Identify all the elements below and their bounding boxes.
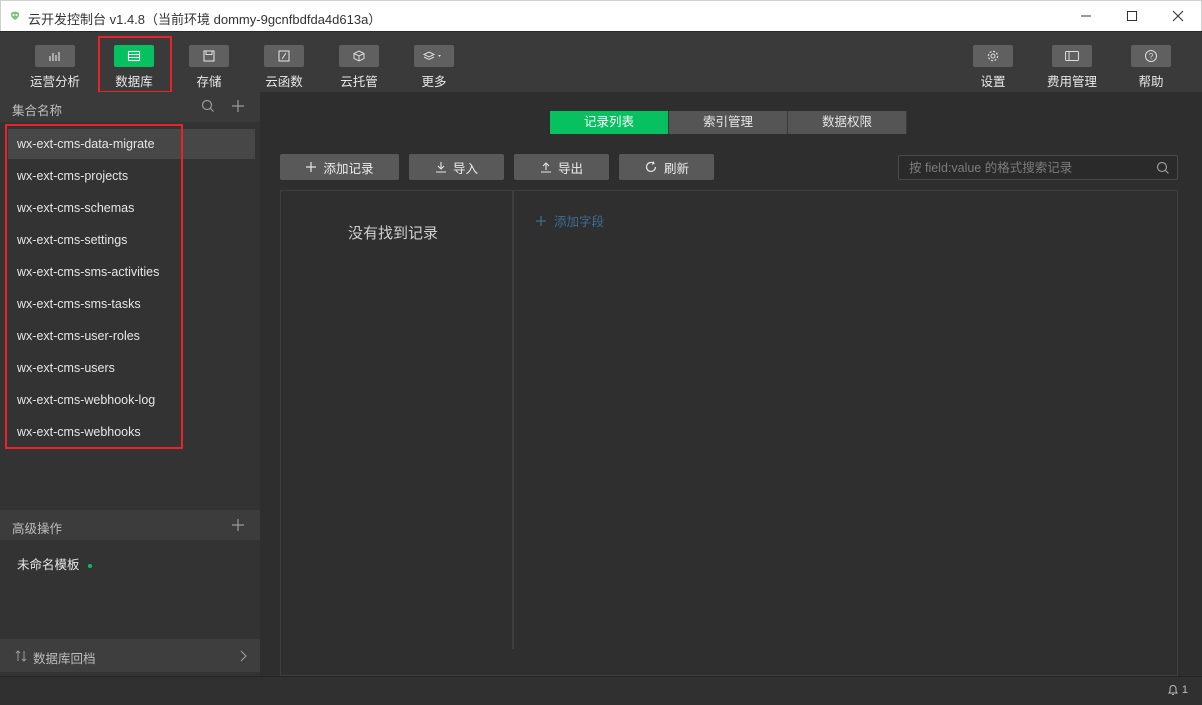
window-title: 云开发控制台 v1.4.8（当前环境 dommy-9gcnfbdfda4d613… (28, 12, 382, 27)
wallet-icon (1065, 51, 1079, 61)
toolbar-label: 存储 (196, 75, 222, 89)
download-icon (435, 162, 446, 173)
record-tabs: 记录列表 索引管理 数据权限 (550, 111, 907, 134)
toolbar-label: 设置 (980, 75, 1006, 89)
collection-item[interactable]: wx-ext-cms-sms-activities (8, 257, 255, 287)
upload-icon (540, 162, 551, 173)
toolbar-database-button[interactable]: 数据库 (99, 32, 169, 93)
advanced-ops-header: 高级操作 (0, 510, 260, 540)
add-record-label: 添加记录 (323, 161, 374, 176)
plus-icon (306, 162, 317, 172)
tab-data-permissions[interactable]: 数据权限 (788, 111, 907, 134)
rollback-label: 数据库回档 (33, 652, 96, 666)
export-label: 导出 (557, 161, 583, 176)
toolbar-label: 更多 (421, 75, 447, 89)
toolbar-label: 云函数 (265, 75, 303, 89)
empty-records-text: 没有找到记录 (348, 225, 439, 242)
app-logo-icon (10, 11, 20, 20)
minimize-button[interactable] (1063, 1, 1109, 31)
collection-header-label: 集合名称 (12, 104, 63, 118)
toolbar-analytics-button[interactable]: 运营分析 (20, 32, 90, 93)
database-icon (127, 50, 141, 62)
panel-divider[interactable] (512, 191, 514, 649)
search-icon[interactable] (1155, 160, 1171, 176)
add-field-button[interactable]: 添加字段 (535, 211, 604, 230)
layers-icon (422, 51, 441, 61)
save-icon (203, 50, 215, 62)
notification-count: 1 (1181, 684, 1188, 696)
toolbar-billing-button[interactable]: 费用管理 (1037, 32, 1107, 93)
template-item-label: 未命名模板 (17, 558, 80, 572)
maximize-button[interactable] (1109, 1, 1155, 31)
export-button[interactable]: 导出 (514, 154, 609, 180)
record-search-input[interactable] (899, 156, 1149, 179)
toolbar-label: 数据库 (115, 75, 153, 89)
toolbar-help-button[interactable]: ? 帮助 (1116, 32, 1186, 93)
toolbar-settings-button[interactable]: 设置 (958, 32, 1028, 93)
collection-item[interactable]: wx-ext-cms-webhooks (8, 417, 255, 447)
help-icon: ? (1145, 50, 1157, 62)
toolbar-label: 云托管 (340, 75, 378, 89)
records-panel: 没有找到记录 添加字段 (280, 190, 1178, 676)
toolbar-label: 费用管理 (1046, 75, 1097, 89)
chevron-right-icon (240, 650, 247, 662)
gear-icon (987, 50, 999, 62)
toolbar-function-button[interactable]: 云函数 (249, 32, 319, 93)
sort-arrows-icon (15, 650, 27, 662)
toolbar-hosting-button[interactable]: 云托管 (324, 32, 394, 93)
collection-item[interactable]: wx-ext-cms-projects (8, 161, 255, 191)
add-record-button[interactable]: 添加记录 (280, 154, 399, 180)
cube-icon (353, 50, 365, 62)
tab-index-management[interactable]: 索引管理 (669, 111, 788, 134)
collection-item[interactable]: wx-ext-cms-user-roles (8, 321, 255, 351)
tab-record-list[interactable]: 记录列表 (550, 111, 669, 134)
refresh-label: 刷新 (663, 161, 689, 176)
add-field-label: 添加字段 (554, 215, 605, 229)
record-search (898, 155, 1178, 180)
main-toolbar: 运营分析 数据库 存储 云函数 云托管 更多 设置 费用管理 ? 帮助 (0, 31, 1202, 92)
sidebar: 集合名称 wx-ext-cms-data-migrate wx-ext-cms-… (0, 92, 260, 676)
refresh-icon (645, 161, 657, 173)
svg-text:?: ? (1149, 52, 1154, 61)
title-bar: 云开发控制台 v1.4.8（当前环境 dommy-9gcnfbdfda4d613… (0, 0, 1202, 31)
toolbar-label: 帮助 (1138, 75, 1164, 89)
import-button[interactable]: 导入 (409, 154, 504, 180)
search-icon[interactable] (200, 98, 216, 114)
collection-item[interactable]: wx-ext-cms-settings (8, 225, 255, 255)
add-template-icon[interactable] (230, 517, 246, 533)
collection-item[interactable]: wx-ext-cms-schemas (8, 193, 255, 223)
bell-icon (1167, 685, 1178, 695)
add-collection-icon[interactable] (230, 98, 246, 114)
database-rollback-button[interactable]: 数据库回档 (0, 639, 260, 672)
function-icon (278, 50, 290, 62)
main-panel: 记录列表 索引管理 数据权限 添加记录 导入 导出 刷新 没有找到记录 添加字段 (260, 92, 1202, 676)
notifications-button[interactable]: 1 (1167, 683, 1188, 697)
toolbar-more-button[interactable]: 更多 (399, 32, 469, 93)
maximize-icon (1127, 11, 1137, 21)
refresh-button[interactable]: 刷新 (619, 154, 714, 180)
bar-chart-icon (49, 52, 60, 61)
collection-item[interactable]: wx-ext-cms-data-migrate (8, 129, 255, 159)
collection-list-header: 集合名称 (0, 92, 260, 122)
advanced-ops-label: 高级操作 (12, 522, 63, 536)
import-label: 导入 (452, 161, 478, 176)
close-icon (1172, 10, 1184, 22)
collection-item[interactable]: wx-ext-cms-sms-tasks (8, 289, 255, 319)
status-bar: 1 (0, 676, 1202, 705)
template-item[interactable]: 未命名模板 (17, 554, 92, 573)
unsaved-dot-icon (87, 563, 92, 568)
toolbar-storage-button[interactable]: 存储 (174, 32, 244, 93)
close-button[interactable] (1155, 1, 1201, 31)
toolbar-label: 运营分析 (29, 75, 80, 89)
collection-item[interactable]: wx-ext-cms-webhook-log (8, 385, 255, 415)
plus-icon (536, 215, 546, 226)
minimize-icon (1081, 15, 1091, 17)
collection-item[interactable]: wx-ext-cms-users (8, 353, 255, 383)
